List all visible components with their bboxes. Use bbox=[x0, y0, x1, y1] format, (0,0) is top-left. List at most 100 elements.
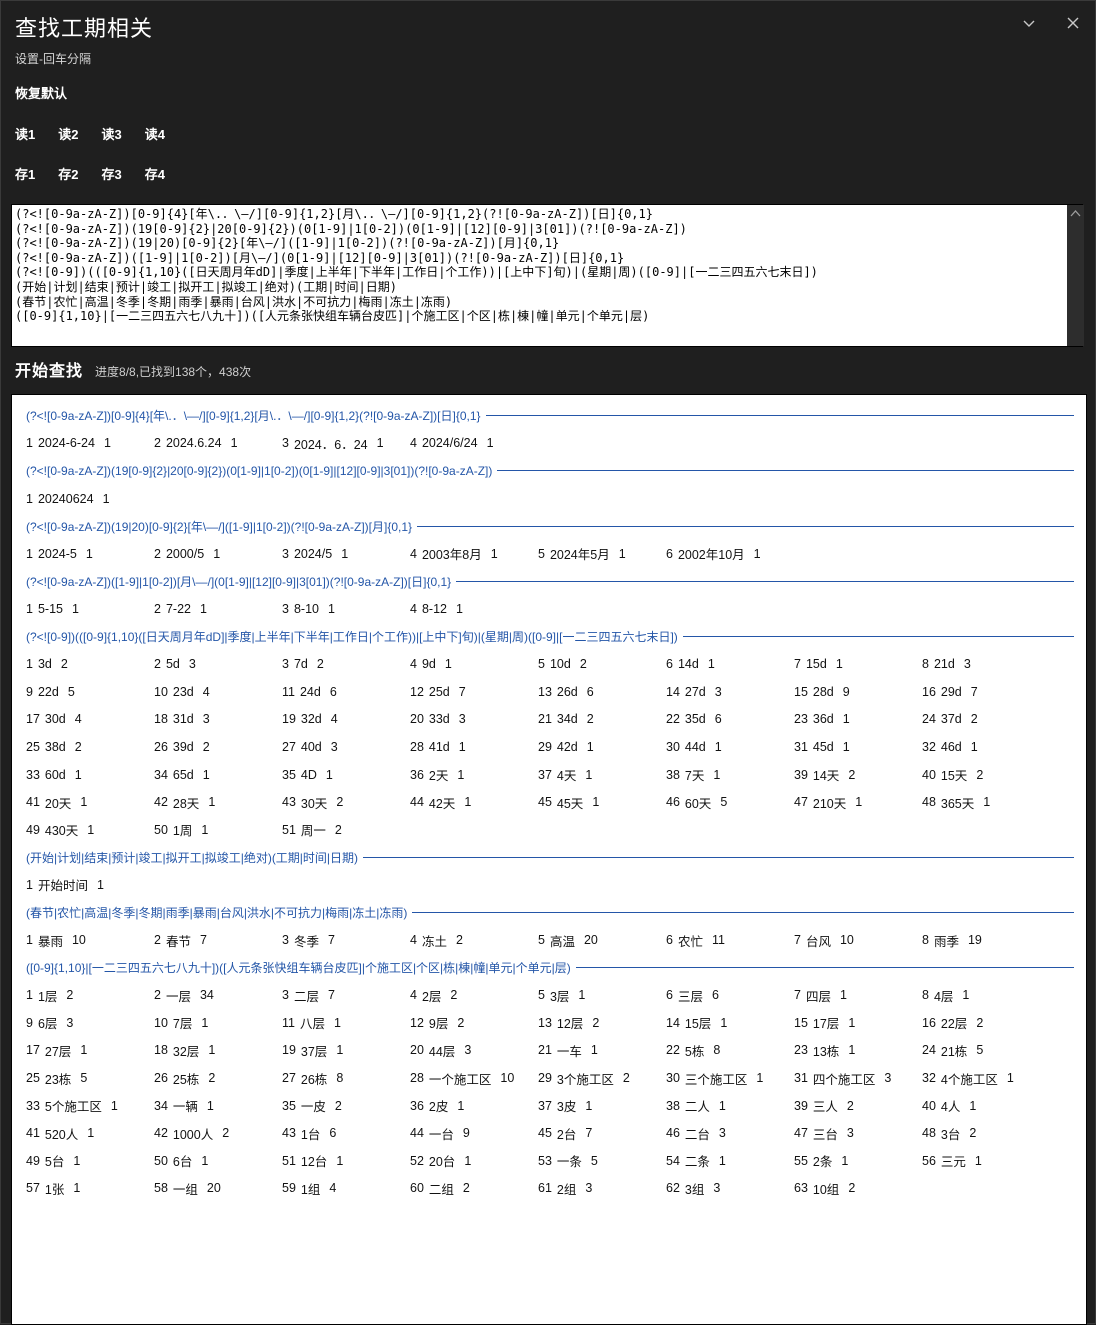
result-index: 3 bbox=[282, 436, 289, 451]
result-item: 20 33d 3 bbox=[410, 706, 538, 734]
read-2-button[interactable]: 读2 bbox=[58, 124, 78, 143]
result-item: 48 365天 1 bbox=[922, 788, 1050, 816]
result-item: 62 3组 3 bbox=[666, 1175, 794, 1203]
result-count: 1 bbox=[839, 988, 847, 1003]
result-value: 20240624 bbox=[37, 491, 94, 506]
result-index: 18 bbox=[154, 1043, 168, 1058]
result-count: 2 bbox=[74, 739, 82, 754]
result-pattern-label: (?<![0-9a-zA-Z])[0-9]{4}[年\.．\—/][0-9]{1… bbox=[26, 409, 481, 424]
result-count: 1 bbox=[753, 546, 761, 561]
result-value: 34d bbox=[556, 712, 578, 727]
result-value: 三台 bbox=[812, 1127, 838, 1142]
result-count: 2 bbox=[222, 1126, 230, 1141]
result-item: 39 三人 2 bbox=[794, 1092, 922, 1120]
result-value: 41d bbox=[428, 739, 450, 754]
result-count: 1 bbox=[208, 795, 216, 810]
save-1-button[interactable]: 存1 bbox=[15, 164, 35, 183]
results-panel: (?<![0-9a-zA-Z])[0-9]{4}[年\.．\—/][0-9]{1… bbox=[11, 394, 1087, 1325]
result-count: 11 bbox=[711, 933, 725, 948]
result-index: 12 bbox=[410, 1015, 424, 1030]
result-count: 1 bbox=[969, 1098, 977, 1113]
result-item: 53 一条 5 bbox=[538, 1147, 666, 1175]
result-index: 2 bbox=[154, 657, 161, 672]
result-count: 3 bbox=[718, 1126, 726, 1141]
result-index: 7 bbox=[794, 988, 801, 1003]
result-value: 1层 bbox=[37, 989, 58, 1004]
result-index: 4 bbox=[410, 436, 417, 451]
result-count: 1 bbox=[96, 877, 104, 892]
result-block: ([0-9]{1,10}|[一二三四五六七八九十])([人元条张快组车辆台皮匹]… bbox=[26, 954, 1074, 1202]
result-count: 2 bbox=[848, 1181, 856, 1196]
result-value: 32d bbox=[300, 712, 322, 727]
result-index: 4 bbox=[410, 657, 417, 672]
result-value: 暴雨 bbox=[37, 934, 63, 949]
result-item: 3 2024/5 1 bbox=[282, 540, 410, 568]
result-index: 35 bbox=[282, 767, 296, 782]
result-index: 54 bbox=[666, 1153, 680, 1168]
save-3-button[interactable]: 存3 bbox=[101, 164, 121, 183]
read-4-button[interactable]: 读4 bbox=[145, 124, 165, 143]
result-value: 开始时间 bbox=[37, 879, 88, 894]
result-item: 6 农忙 11 bbox=[666, 926, 794, 954]
result-item: 49 430天 1 bbox=[26, 816, 154, 844]
result-count: 1 bbox=[983, 795, 991, 810]
result-item: 16 29d 7 bbox=[922, 678, 1050, 706]
result-count: 2 bbox=[846, 1098, 854, 1113]
result-count: 1 bbox=[713, 767, 721, 782]
result-item: 47 210天 1 bbox=[794, 788, 922, 816]
result-index: 26 bbox=[154, 739, 168, 754]
result-index: 31 bbox=[794, 1071, 808, 1086]
result-value: 3d bbox=[37, 657, 52, 672]
result-value: 42天 bbox=[428, 796, 456, 811]
result-block-header: (?<![0-9a-zA-Z])[0-9]{4}[年\.．\—/][0-9]{1… bbox=[26, 402, 1074, 430]
close-icon[interactable] bbox=[1065, 15, 1081, 31]
result-count: 9 bbox=[842, 684, 850, 699]
result-count: 1 bbox=[842, 739, 850, 754]
result-value: 2003年8月 bbox=[421, 548, 482, 563]
result-count: 2 bbox=[316, 657, 324, 672]
read-3-button[interactable]: 读3 bbox=[101, 124, 121, 143]
patterns-editor: (?<![0-9a-zA-Z])[0-9]{4}[年\.．\—/][0-9]{1… bbox=[11, 204, 1085, 347]
scroll-up-icon[interactable] bbox=[1070, 209, 1081, 218]
result-value: 60天 bbox=[684, 796, 712, 811]
result-index: 7 bbox=[794, 657, 801, 672]
textarea-scrollbar[interactable] bbox=[1067, 205, 1084, 346]
result-value: 6层 bbox=[37, 1017, 58, 1032]
result-count: 1 bbox=[201, 822, 209, 837]
result-item: 5 3层 1 bbox=[538, 981, 666, 1009]
header-rule bbox=[363, 856, 1074, 858]
result-item: 32 46d 1 bbox=[922, 733, 1050, 761]
result-item: 13 12层 2 bbox=[538, 1009, 666, 1037]
result-value: 农忙 bbox=[677, 934, 703, 949]
result-item: 42 28天 1 bbox=[154, 788, 282, 816]
result-count: 1 bbox=[464, 795, 472, 810]
result-count: 4 bbox=[329, 1181, 337, 1196]
result-value: 21栋 bbox=[940, 1044, 968, 1059]
read-1-button[interactable]: 读1 bbox=[15, 124, 35, 143]
start-search-button[interactable]: 开始查找 bbox=[15, 357, 83, 381]
result-value: 4D bbox=[300, 767, 317, 782]
result-value: 35d bbox=[684, 712, 706, 727]
result-count: 1 bbox=[325, 767, 333, 782]
result-item: 11 24d 6 bbox=[282, 678, 410, 706]
result-item: 42 1000人 2 bbox=[154, 1119, 282, 1147]
patterns-textarea[interactable]: (?<![0-9a-zA-Z])[0-9]{4}[年\.．\—/][0-9]{1… bbox=[11, 204, 1083, 347]
result-block: (?<![0-9a-zA-Z])([1-9]|1[0-2])[月\—/](0[1… bbox=[26, 568, 1074, 623]
result-grid: 1 暴雨 10 2 春节 7 3 冬季 7 4 冻土 2 5 高温 20 6 农… bbox=[26, 926, 1074, 954]
save-4-button[interactable]: 存4 bbox=[145, 164, 165, 183]
result-value: 12台 bbox=[300, 1155, 328, 1170]
result-index: 15 bbox=[794, 1015, 808, 1030]
save-2-button[interactable]: 存2 bbox=[58, 164, 78, 183]
result-count: 7 bbox=[327, 933, 335, 948]
result-index: 33 bbox=[26, 1098, 40, 1113]
result-item: 34 一辆 1 bbox=[154, 1092, 282, 1120]
result-value: 36d bbox=[812, 712, 834, 727]
result-value: 四个施工区 bbox=[812, 1072, 876, 1087]
result-pattern-label: (?<![0-9a-zA-Z])([1-9]|1[0-2])[月\—/](0[1… bbox=[26, 574, 452, 589]
header-rule bbox=[412, 911, 1074, 913]
result-item: 47 三台 3 bbox=[794, 1119, 922, 1147]
result-value: 23d bbox=[172, 684, 194, 699]
restore-default-button[interactable]: 恢复默认 bbox=[15, 83, 67, 102]
result-item: 19 32d 4 bbox=[282, 706, 410, 734]
chevron-down-icon[interactable] bbox=[1021, 15, 1037, 31]
